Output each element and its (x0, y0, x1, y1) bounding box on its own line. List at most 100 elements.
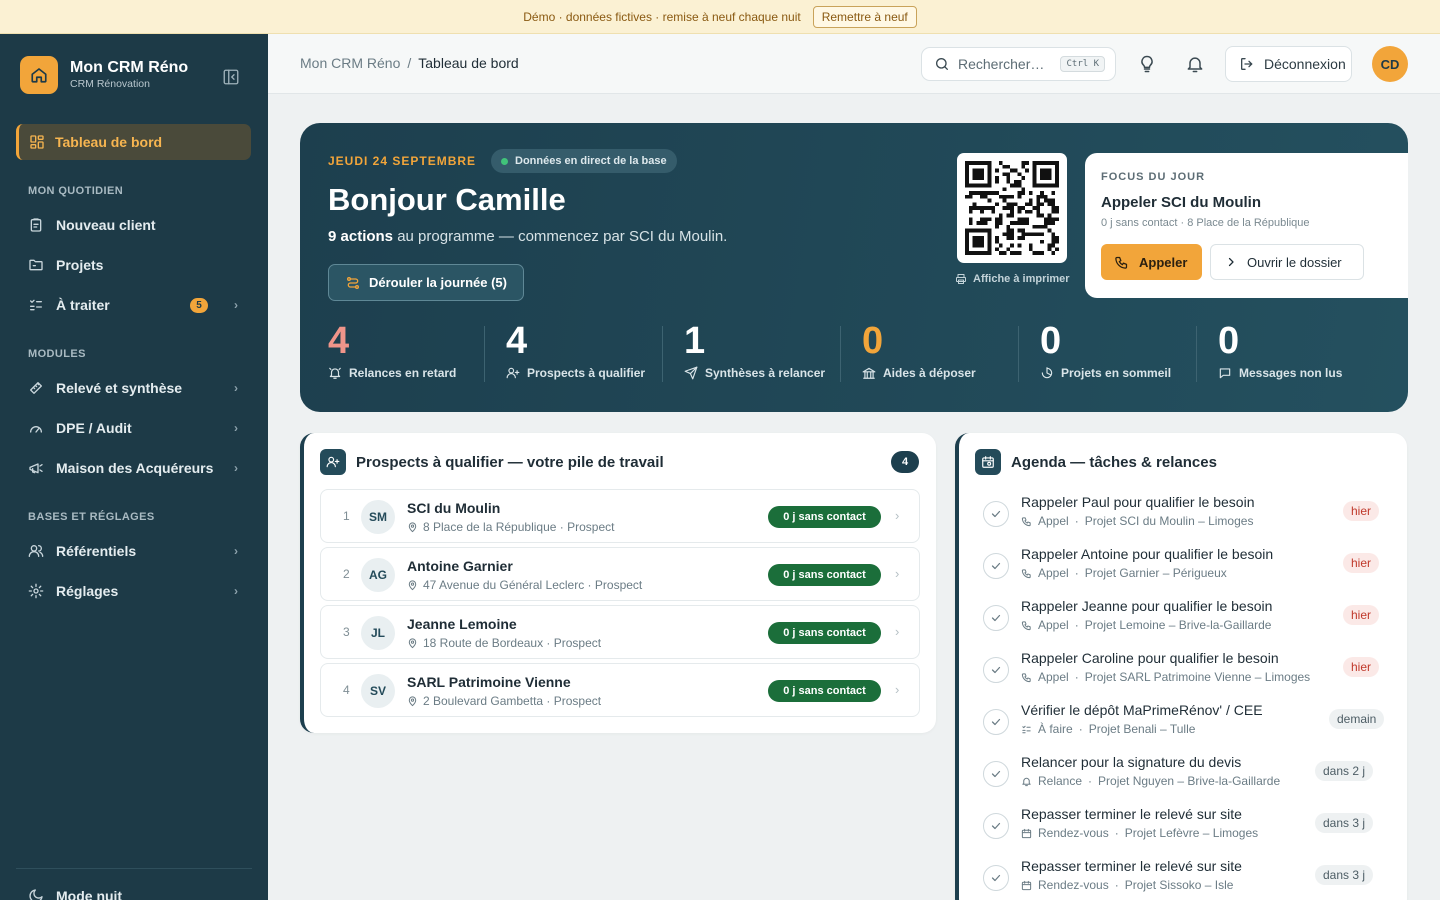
focus-title: Appeler SCI du Moulin (1101, 194, 1261, 211)
prospect-address: 47 Avenue du Général Leclerc · Prospect (423, 578, 643, 592)
complete-task-checkbox[interactable] (983, 501, 1009, 527)
task-title: Rappeler Jeanne pour qualifier le besoin (1021, 598, 1273, 614)
complete-task-checkbox[interactable] (983, 813, 1009, 839)
demo-banner-text: Démo · données fictives · remise à neuf … (523, 9, 801, 24)
prospect-avatar: SV (361, 674, 395, 708)
task-due-badge: dans 2 j (1315, 761, 1374, 781)
prospect-address: 8 Place de la République · Prospect (423, 520, 615, 534)
prospect-row[interactable]: 2 AG Antoine Garnier 47 Avenue du Général L… (320, 547, 920, 601)
task-type: Appel (1038, 566, 1069, 580)
kpi-grants-to-file[interactable]: 0 Aides à déposer (862, 320, 1040, 384)
complete-task-checkbox[interactable] (983, 709, 1009, 735)
agenda-task[interactable]: Rappeler Antoine pour qualifier le besoi… (979, 543, 1391, 587)
avatar[interactable]: CD (1372, 46, 1408, 82)
sidebar-item-dpe[interactable]: DPE / Audit › (28, 416, 238, 440)
gauge-icon (28, 420, 44, 436)
qr-code[interactable] (957, 153, 1067, 263)
sidebar-item-buyers[interactable]: Maison des Acquéreurs › (28, 456, 238, 480)
complete-task-checkbox[interactable] (983, 761, 1009, 787)
kpi-value: 0 (862, 320, 884, 362)
sidebar-item-label: Tableau de bord (55, 134, 163, 150)
logout-label: Déconnexion (1264, 56, 1346, 72)
bell-ring-icon (328, 366, 342, 380)
agenda-task[interactable]: Relancer pour la signature du devis Relan… (979, 751, 1391, 795)
kpi-separator (662, 326, 663, 382)
prospect-row[interactable]: 1 SM SCI du Moulin 8 Place de la République… (320, 489, 920, 543)
demo-banner: Démo · données fictives · remise à neuf … (0, 0, 1440, 34)
summary-actions: 9 actions (328, 228, 394, 245)
sidebar: Mon CRM Réno CRM Rénovation Tableau de b… (0, 34, 268, 900)
meta-dot: · (1078, 722, 1083, 736)
kpi-summaries-to-follow[interactable]: 1 Synthèses à relancer (684, 320, 862, 384)
sidebar-item-settings[interactable]: Réglages › (28, 579, 238, 603)
moon-icon (28, 888, 44, 900)
prospect-row[interactable]: 3 JL Jeanne Lemoine 18 Route de Bordeaux · … (320, 605, 920, 659)
brand-subtitle: CRM Rénovation (70, 78, 150, 90)
prospect-rank: 2 (343, 567, 350, 581)
folder-icon (28, 257, 44, 273)
chevron-right-icon: › (895, 624, 900, 639)
sidebar-item-new-client[interactable]: Nouveau client (28, 213, 238, 237)
agenda-task[interactable]: Repasser terminer le relevé sur site Rend… (979, 803, 1391, 847)
sidebar-item-survey[interactable]: Relevé et synthèse › (28, 376, 238, 400)
task-due-badge: dans 3 j (1315, 865, 1374, 885)
brand[interactable]: Mon CRM Réno CRM Rénovation (20, 56, 188, 94)
user-plus-icon (320, 449, 346, 475)
task-title: Rappeler Antoine pour qualifier le besoi… (1021, 546, 1274, 562)
night-mode-toggle[interactable]: Mode nuit (28, 888, 122, 900)
greeting: Bonjour Camille (328, 182, 566, 217)
agenda-task[interactable]: Rappeler Caroline pour qualifier le beso… (979, 647, 1391, 691)
complete-task-checkbox[interactable] (983, 605, 1009, 631)
open-file-button[interactable]: Ouvrir le dossier (1210, 244, 1364, 280)
kpi-label: Synthèses à relancer (705, 366, 826, 380)
agenda-task[interactable]: Rappeler Jeanne pour qualifier le besoin… (979, 595, 1391, 639)
task-meta: Appel · Projet Lemoine – Brive-la-Gaillard… (1021, 618, 1271, 632)
prospect-address: 18 Route de Bordeaux · Prospect (423, 636, 602, 650)
meta-dot: · (1088, 774, 1093, 788)
phone-icon (1114, 255, 1129, 270)
kpi-label-row: Synthèses à relancer (684, 366, 862, 380)
sidebar-item-label: Relevé et synthèse (56, 380, 183, 396)
breadcrumb-root[interactable]: Mon CRM Réno (300, 55, 400, 71)
task-title: Vérifier le dépôt MaPrimeRénov' / CEE (1021, 702, 1263, 718)
task-meta: Appel · Projet Garnier – Périgueux (1021, 566, 1227, 580)
kpi-overdue-followups[interactable]: 4 Relances en retard (328, 320, 506, 384)
print-poster-link[interactable]: Affiche à imprimer (955, 273, 1070, 285)
logout-button[interactable]: Déconnexion (1225, 46, 1352, 82)
kpi-dormant-projects[interactable]: 0 Projets en sommeil (1040, 320, 1218, 384)
chevron-right-icon: › (895, 566, 900, 581)
prospects-card: Prospects à qualifier — votre pile de tr… (300, 433, 936, 733)
complete-task-checkbox[interactable] (983, 865, 1009, 891)
sidebar-item-label: DPE / Audit (56, 420, 132, 436)
task-meta: Rendez-vous · Projet Lefèvre – Limoges (1021, 826, 1258, 840)
sidebar-item-references[interactable]: Référentiels › (28, 539, 238, 563)
sidebar-item-dashboard[interactable]: Tableau de bord (16, 124, 251, 160)
print-poster-label: Affiche à imprimer (973, 273, 1070, 285)
live-data-label: Données en direct de la base (515, 155, 667, 167)
reset-demo-button[interactable]: Remettre à neuf (812, 5, 917, 28)
kpi-separator (1196, 326, 1197, 382)
agenda-task[interactable]: Vérifier le dépôt MaPrimeRénov' / CEE À f… (979, 699, 1391, 743)
run-day-button[interactable]: Dérouler la journée (5) (328, 264, 524, 301)
breadcrumb: Mon CRM Réno / Tableau de bord (300, 55, 519, 71)
gear-icon (28, 583, 44, 599)
search-input[interactable]: Rechercher… Ctrl K (921, 47, 1116, 81)
focus-subtitle: 0 j sans contact · 8 Place de la Républi… (1101, 217, 1310, 229)
agenda-task[interactable]: Rappeler Paul pour qualifier le besoin Ap… (979, 491, 1391, 535)
sidebar-item-to-process[interactable]: À traiter 5 › (28, 293, 238, 317)
collapse-sidebar-icon[interactable] (222, 68, 240, 86)
prospect-row[interactable]: 4 SV SARL Patrimoine Vienne 2 Boulevard Gam… (320, 663, 920, 717)
agenda-task[interactable]: Repasser terminer le relevé sur site Rend… (979, 855, 1391, 899)
call-button[interactable]: Appeler (1101, 244, 1202, 280)
chevron-right-icon (1225, 256, 1237, 268)
kpi-prospects-to-qualify[interactable]: 4 Prospects à qualifier (506, 320, 684, 384)
bell-icon[interactable] (1185, 54, 1205, 74)
complete-task-checkbox[interactable] (983, 657, 1009, 683)
kpi-unread-messages[interactable]: 0 Messages non lus (1218, 320, 1396, 384)
days-without-contact-badge: 0 j sans contact (768, 622, 881, 644)
task-project: Projet Garnier – Périgueux (1084, 566, 1227, 580)
kpi-value: 1 (684, 320, 706, 362)
lightbulb-icon[interactable] (1137, 54, 1157, 74)
sidebar-item-projects[interactable]: Projets (28, 253, 238, 277)
complete-task-checkbox[interactable] (983, 553, 1009, 579)
